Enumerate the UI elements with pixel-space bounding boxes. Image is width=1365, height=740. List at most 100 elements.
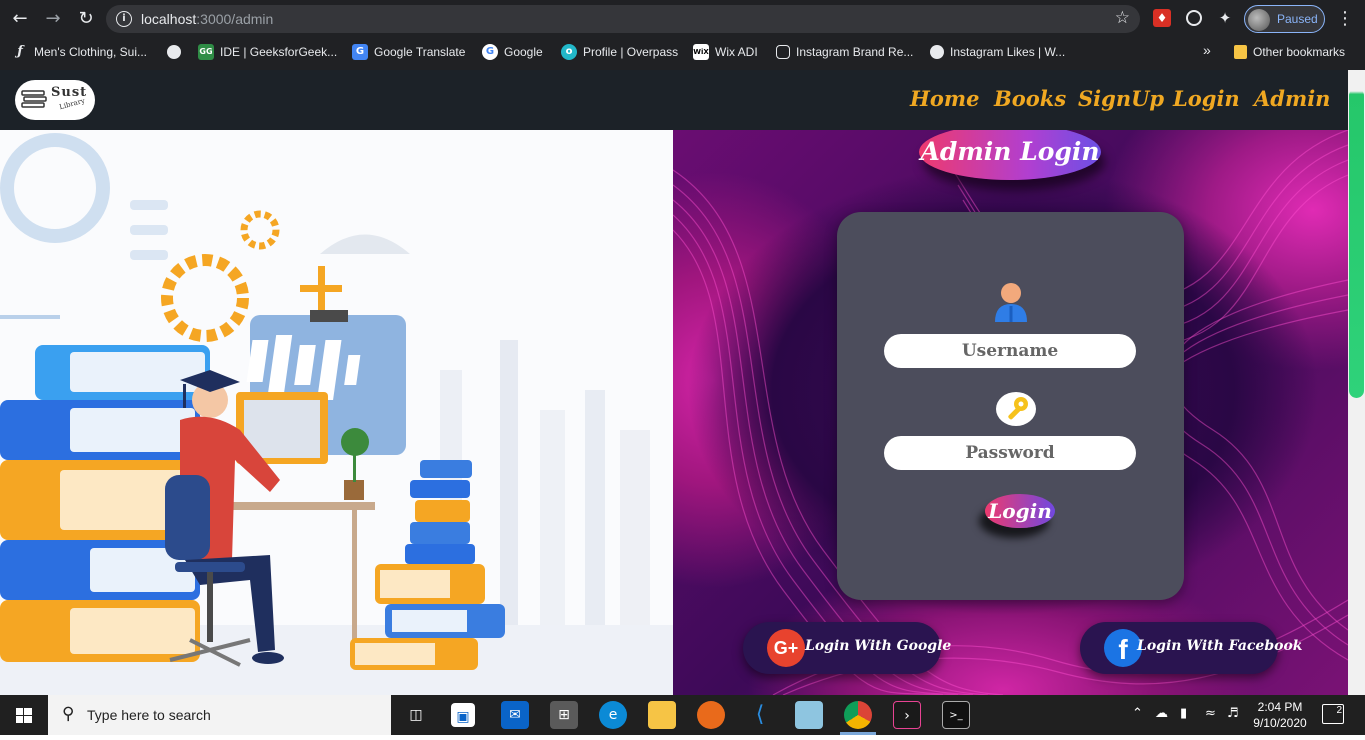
taskbar-search[interactable]: ⚲ Type here to search: [48, 695, 391, 735]
login-panel: Admin Login Login G+ Login With Google f…: [673, 130, 1348, 695]
bookmark-item[interactable]: o Profile | Overpass: [561, 44, 678, 64]
notification-count: 2: [1336, 705, 1342, 716]
bookmarks-overflow-button[interactable]: »: [1203, 42, 1211, 62]
bookmark-label: Instagram Likes | W...: [950, 44, 1066, 59]
forward-icon[interactable]: →: [42, 8, 64, 30]
taskbar-clock[interactable]: 2:04 PM 9/10/2020: [1245, 699, 1315, 731]
wix-icon: WiX: [693, 44, 709, 60]
notification-center-icon[interactable]: 2: [1322, 704, 1344, 724]
site-navbar: Sust Library Home Books SignUp Login Adm…: [0, 70, 1348, 130]
bookmarks-bar: ƒ Men's Clothing, Sui... GG IDE | Geeksfor…: [0, 38, 1365, 70]
address-bar[interactable]: i localhost:3000/admin ☆: [106, 5, 1140, 33]
bookmark-label: Instagram Brand Re...: [796, 44, 914, 59]
scrollbar-thumb[interactable]: [1349, 88, 1364, 398]
facebook-icon-text: f: [1118, 634, 1128, 665]
bookmark-label: Men's Clothing, Sui...: [34, 45, 148, 59]
nav-login[interactable]: Login: [1173, 86, 1240, 111]
vscode-icon[interactable]: ⟨: [746, 701, 774, 729]
instagram-icon: [776, 44, 790, 59]
search-icon: ⚲: [62, 704, 75, 724]
url-host: localhost: [141, 11, 197, 27]
bookmark-label: Google Translate: [374, 45, 466, 59]
store-icon[interactable]: ▣: [451, 703, 475, 727]
globe-icon: [167, 44, 181, 59]
wifi-icon[interactable]: ≈: [1205, 706, 1216, 721]
bookmark-star-icon[interactable]: ☆: [1115, 8, 1130, 28]
login-with-google-button[interactable]: G+ Login With Google: [743, 622, 951, 674]
translate-icon: G: [352, 44, 368, 60]
facebook-login-label: Login With Facebook: [1137, 638, 1303, 654]
admin-login-title-text: Admin Login: [920, 137, 1100, 166]
windows-logo-icon: [16, 708, 32, 723]
command-prompt-icon[interactable]: >_: [942, 701, 970, 729]
onedrive-icon[interactable]: ☁: [1155, 706, 1168, 721]
username-input[interactable]: [884, 334, 1136, 368]
browser-chrome: ← → ↻ i localhost:3000/admin ☆ ♦ ✦ Pause…: [0, 0, 1365, 70]
task-view-icon[interactable]: ◫: [402, 701, 430, 729]
url-path: :3000/admin: [196, 11, 274, 27]
clock-date: 9/10/2020: [1253, 716, 1307, 730]
bookmark-item[interactable]: ƒ Men's Clothing, Sui...: [12, 44, 147, 64]
url-text[interactable]: localhost:3000/admin: [141, 11, 273, 27]
bookmark-item[interactable]: G Google Translate: [352, 44, 465, 64]
other-bookmarks[interactable]: Other bookmarks: [1234, 44, 1345, 64]
bookmark-label: IDE | GeeksforGeek...: [220, 45, 338, 59]
site-logo[interactable]: Sust Library: [15, 80, 95, 120]
windows-taskbar: ⚲ Type here to search ◫ ▣ ✉ ⊞ e ⟨ › >_ ⌃…: [0, 695, 1365, 735]
login-button-label: Login: [988, 499, 1052, 523]
profile-button[interactable]: Paused: [1244, 5, 1325, 33]
edge-icon[interactable]: e: [599, 701, 627, 729]
bookmark-label: Wix ADI: [715, 45, 758, 59]
address-bar-row: ← → ↻ i localhost:3000/admin ☆ ♦ ✦ Pause…: [0, 0, 1365, 38]
chrome-icon[interactable]: [844, 701, 872, 729]
gfg-icon: GG: [198, 44, 214, 60]
page-scrollbar[interactable]: [1348, 70, 1365, 695]
volume-icon[interactable]: ♬: [1227, 706, 1239, 721]
bookmark-item[interactable]: Instagram Likes | W...: [930, 44, 1065, 64]
password-input[interactable]: [884, 436, 1136, 470]
login-with-facebook-button[interactable]: f Login With Facebook: [1080, 622, 1303, 674]
battery-icon[interactable]: ▮: [1180, 706, 1187, 721]
google-plus-icon-text: G+: [773, 638, 799, 658]
bookmark-item[interactable]: G Google: [482, 44, 543, 64]
terminal-icon[interactable]: ›: [893, 701, 921, 729]
nav-books[interactable]: Books: [994, 86, 1066, 111]
file-explorer-icon[interactable]: [648, 701, 676, 729]
search-placeholder: Type here to search: [87, 707, 211, 723]
books-logo-icon: [21, 90, 47, 108]
google-icon: G: [482, 44, 498, 60]
login-card: Login: [837, 212, 1184, 600]
back-icon[interactable]: ←: [9, 8, 31, 30]
profile-status: Paused: [1277, 12, 1318, 26]
login-button[interactable]: Login: [985, 494, 1055, 528]
nav-signup[interactable]: SignUp: [1078, 86, 1164, 111]
bookmark-label: Profile | Overpass: [583, 45, 679, 59]
notes-app-icon[interactable]: [795, 701, 823, 729]
bookmark-letter-icon: ƒ: [17, 44, 23, 59]
nav-home[interactable]: Home: [910, 86, 979, 111]
calculator-icon[interactable]: ⊞: [550, 701, 578, 729]
profile-avatar: [1248, 9, 1270, 31]
site-info-icon[interactable]: i: [116, 11, 132, 27]
bookmark-item[interactable]: WiX Wix ADI: [693, 44, 758, 64]
start-button[interactable]: [0, 695, 48, 735]
extension-red-icon[interactable]: ♦: [1153, 9, 1171, 27]
nav-admin[interactable]: Admin: [1254, 86, 1330, 111]
mail-icon[interactable]: ✉: [501, 701, 529, 729]
other-bookmarks-label: Other bookmarks: [1253, 44, 1346, 59]
browser-menu-icon[interactable]: ⋮: [1336, 8, 1354, 29]
bookmark-label: Google: [504, 45, 543, 59]
reload-icon[interactable]: ↻: [75, 8, 97, 30]
user-icon: [995, 283, 1027, 322]
firefox-icon[interactable]: [697, 701, 725, 729]
extension-target-icon[interactable]: [1186, 10, 1202, 26]
tray-overflow-icon[interactable]: ⌃: [1132, 706, 1143, 721]
google-plus-icon: G+: [767, 629, 805, 667]
bookmark-item[interactable]: [167, 44, 187, 64]
clock-time: 2:04 PM: [1257, 700, 1303, 714]
extensions-puzzle-icon[interactable]: ✦: [1216, 9, 1234, 27]
bookmark-item[interactable]: Instagram Brand Re...: [776, 44, 913, 64]
folder-icon: [1234, 44, 1247, 59]
student-studying-illustration: [0, 133, 673, 695]
bookmark-item[interactable]: GG IDE | GeeksforGeek...: [198, 44, 337, 64]
